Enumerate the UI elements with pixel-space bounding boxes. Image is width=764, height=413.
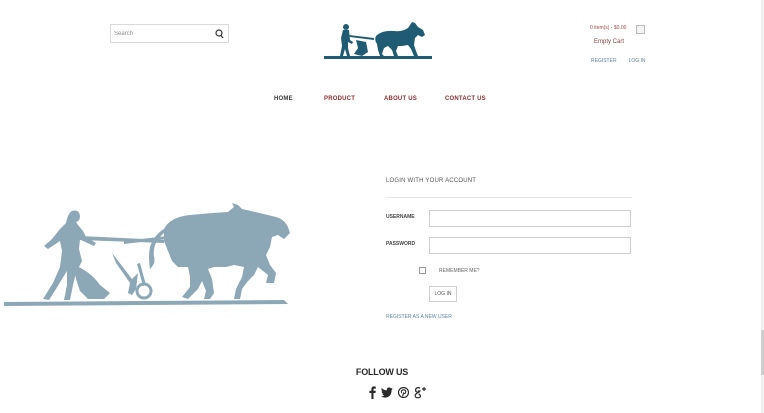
nav-about-us[interactable]: ABOUT US xyxy=(384,96,417,102)
farmer-plough-illustration xyxy=(4,203,290,306)
login-title: LOGIN WITH YOUR ACCOUNT xyxy=(386,178,477,184)
password-label: PASSWORD xyxy=(386,241,416,247)
remember-me-label: REMEMBER ME? xyxy=(439,267,480,274)
login-button[interactable]: LOG IN xyxy=(429,286,457,302)
password-field[interactable] xyxy=(429,237,631,254)
google-plus-icon[interactable] xyxy=(414,386,427,399)
follow-us-title: FOLLOW US xyxy=(355,367,409,377)
username-field[interactable] xyxy=(429,210,631,227)
site-logo[interactable] xyxy=(322,18,434,62)
cart-items-link[interactable]: 0 item(s) - $0.00 xyxy=(590,25,626,31)
nav-product[interactable]: PRODUCT xyxy=(324,96,355,102)
search-button[interactable] xyxy=(210,25,228,42)
account-links: REGISTER LOG IN xyxy=(591,58,646,64)
facebook-icon[interactable] xyxy=(369,386,376,399)
search-box xyxy=(110,24,229,43)
main-nav: HOME PRODUCT ABOUT US CONTACT US xyxy=(0,96,764,106)
remember-me: REMEMBER ME? xyxy=(419,267,480,274)
social-links xyxy=(369,386,427,399)
login-form: LOGIN WITH YOUR ACCOUNT USERNAME PASSWOR… xyxy=(386,178,632,320)
pinterest-icon[interactable] xyxy=(398,386,409,399)
cart-icon[interactable] xyxy=(636,25,645,34)
remember-me-checkbox[interactable] xyxy=(419,267,426,274)
login-link[interactable]: LOG IN xyxy=(629,58,646,64)
register-link[interactable]: REGISTER xyxy=(591,58,617,64)
username-label: USERNAME xyxy=(386,214,415,220)
search-input[interactable] xyxy=(111,25,210,42)
twitter-icon[interactable] xyxy=(381,386,393,399)
login-divider xyxy=(386,197,632,198)
nav-home[interactable]: HOME xyxy=(274,96,293,102)
nav-contact-us[interactable]: CONTACT US xyxy=(445,96,486,102)
cart-empty-text: Empty Cart xyxy=(594,39,625,45)
search-icon xyxy=(214,28,224,38)
register-new-user-link[interactable]: REGISTER AS A NEW USER xyxy=(386,314,452,320)
